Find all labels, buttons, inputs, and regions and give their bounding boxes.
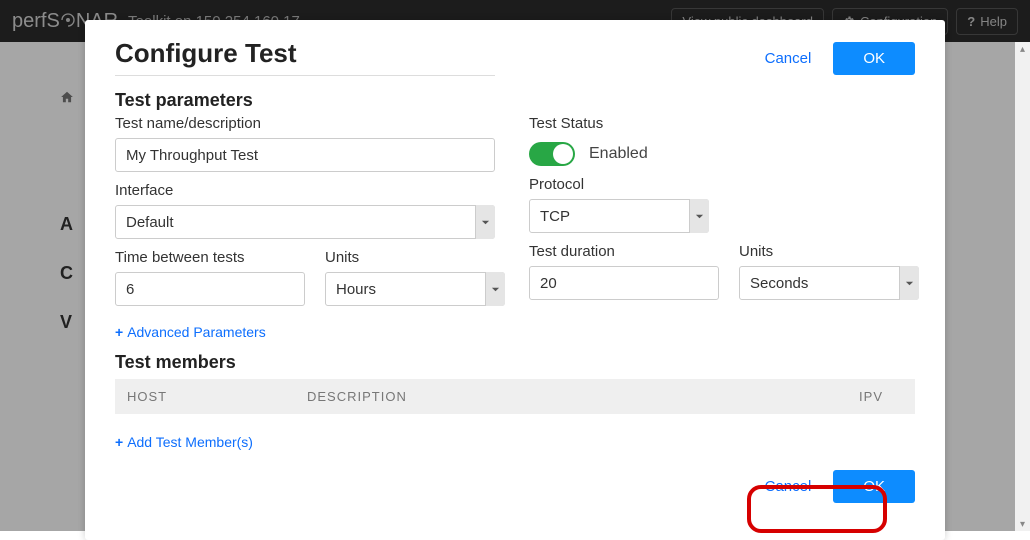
- test-status-toggle[interactable]: [529, 142, 575, 166]
- cancel-link-top[interactable]: Cancel: [765, 50, 812, 67]
- configure-test-modal: Configure Test Cancel OK Test parameters…: [85, 20, 945, 540]
- advanced-parameters-link[interactable]: + Advanced Parameters: [115, 324, 266, 340]
- time-units-select[interactable]: Hours: [325, 272, 505, 306]
- test-status-label: Test Status: [529, 115, 919, 132]
- time-between-input[interactable]: [115, 272, 305, 306]
- scroll-up-icon[interactable]: ▴: [1015, 42, 1030, 56]
- modal-title: Configure Test: [115, 38, 495, 76]
- test-name-input[interactable]: [115, 138, 495, 172]
- ok-button-bottom[interactable]: OK: [833, 470, 915, 503]
- test-members-heading: Test members: [115, 352, 915, 373]
- plus-icon: +: [115, 434, 123, 450]
- protocol-select[interactable]: TCP: [529, 199, 709, 233]
- col-host: HOST: [127, 389, 307, 404]
- scroll-down-icon[interactable]: ▾: [1015, 517, 1030, 531]
- members-table-header: HOST DESCRIPTION IPV: [115, 379, 915, 414]
- test-name-label: Test name/description: [115, 115, 505, 132]
- duration-units-select[interactable]: Seconds: [739, 266, 919, 300]
- col-ipv: IPV: [783, 389, 903, 404]
- plus-icon: +: [115, 324, 123, 340]
- duration-units-label: Units: [739, 243, 919, 260]
- test-parameters-heading: Test parameters: [115, 90, 915, 111]
- time-between-label: Time between tests: [115, 249, 305, 266]
- page-scrollbar[interactable]: ▴ ▾: [1015, 42, 1030, 531]
- duration-input[interactable]: [529, 266, 719, 300]
- interface-select[interactable]: Default: [115, 205, 495, 239]
- protocol-label: Protocol: [529, 176, 919, 193]
- time-units-label: Units: [325, 249, 505, 266]
- enabled-text: Enabled: [589, 145, 648, 163]
- ok-button-top[interactable]: OK: [833, 42, 915, 75]
- add-test-members-link[interactable]: + Add Test Member(s): [115, 434, 253, 450]
- duration-label: Test duration: [529, 243, 719, 260]
- col-description: DESCRIPTION: [307, 389, 783, 404]
- interface-label: Interface: [115, 182, 505, 199]
- cancel-link-bottom[interactable]: Cancel: [765, 478, 812, 495]
